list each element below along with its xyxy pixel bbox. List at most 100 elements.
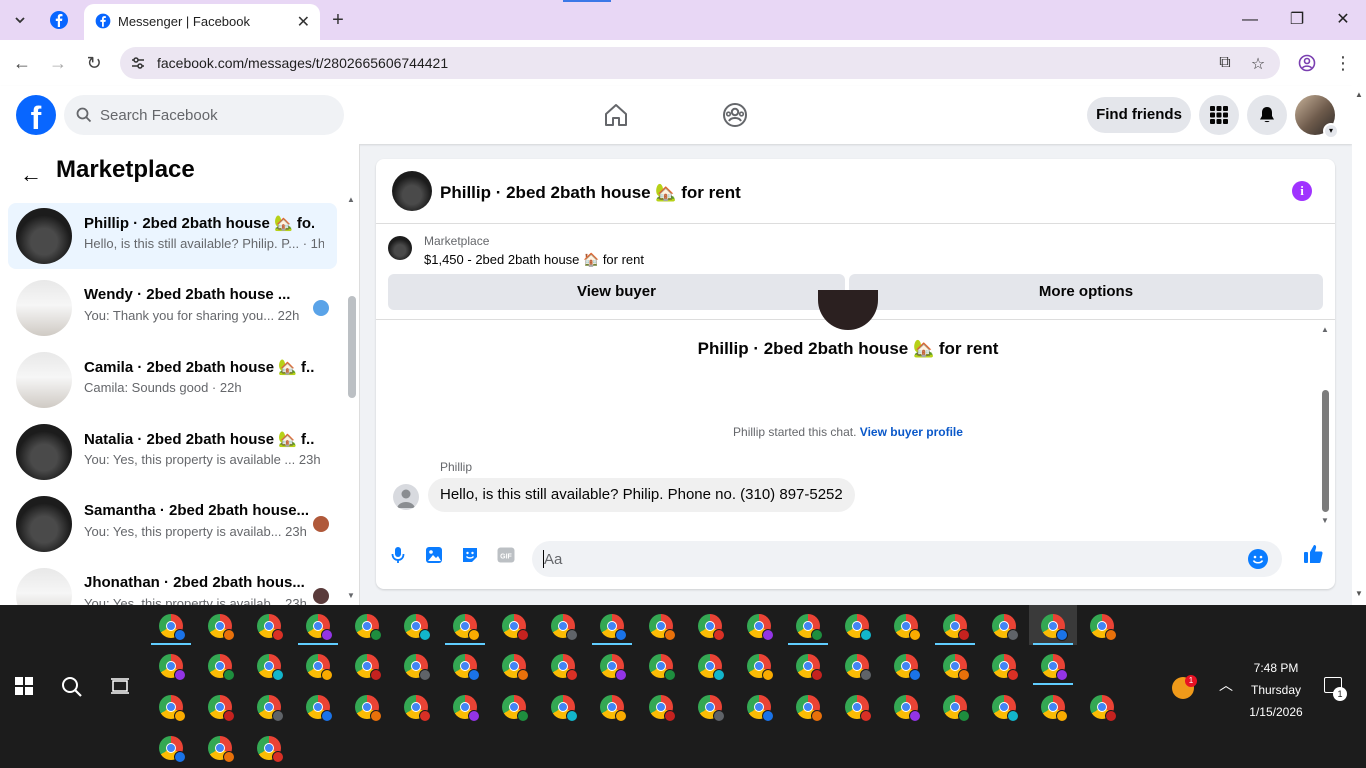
chrome-profile-icon[interactable]: [796, 695, 823, 722]
chrome-profile-icon[interactable]: [698, 654, 725, 681]
chrome-profile-icon[interactable]: [257, 614, 284, 641]
chrome-profile-icon[interactable]: [1090, 614, 1117, 641]
close-tab-icon[interactable]: ✕: [297, 12, 310, 32]
chrome-profile-icon[interactable]: [894, 695, 921, 722]
chrome-profile-icon[interactable]: [600, 695, 627, 722]
chrome-profile-icon[interactable]: [355, 614, 382, 641]
conversation-item[interactable]: Wendy · 2bed 2bath house ... You: Thank …: [8, 275, 337, 341]
facebook-logo[interactable]: f: [16, 95, 56, 135]
chrome-profile-icon[interactable]: [159, 654, 186, 681]
scroll-down-icon[interactable]: ▼: [1321, 516, 1329, 525]
chrome-profile-icon[interactable]: [649, 614, 676, 641]
scrollbar[interactable]: [1322, 390, 1329, 512]
conversation-item[interactable]: Natalia · 2bed 2bath house 🏡 f... You: Y…: [8, 419, 337, 485]
find-friends-button[interactable]: Find friends: [1087, 97, 1191, 133]
view-buyer-button[interactable]: View buyer: [388, 274, 845, 310]
scroll-down-icon[interactable]: ▼: [347, 591, 355, 600]
notifications-button[interactable]: [1247, 95, 1287, 135]
emoji-icon[interactable]: [1248, 549, 1268, 569]
restore-button[interactable]: ❐: [1285, 8, 1309, 32]
new-tab-button[interactable]: +: [328, 8, 348, 32]
chrome-profile-icon[interactable]: [845, 654, 872, 681]
task-view-icon[interactable]: [110, 676, 130, 696]
chrome-profile-icon[interactable]: [404, 695, 431, 722]
listing-title[interactable]: $1,450 - 2bed 2bath house 🏠 for rent: [424, 252, 644, 268]
chrome-profile-icon[interactable]: [1041, 654, 1068, 681]
chrome-profile-icon[interactable]: [404, 614, 431, 641]
chrome-profile-icon[interactable]: [894, 614, 921, 641]
chrome-profile-icon[interactable]: [894, 654, 921, 681]
chrome-profile-icon[interactable]: [257, 736, 284, 763]
more-options-button[interactable]: More options: [849, 274, 1323, 310]
home-icon[interactable]: [602, 101, 630, 129]
message-bubble[interactable]: Hello, is this still available? Philip. …: [428, 478, 855, 512]
chrome-profile-icon[interactable]: [404, 654, 431, 681]
forward-arrow-icon[interactable]: →: [46, 51, 70, 75]
avatar[interactable]: [392, 171, 432, 211]
scrollbar[interactable]: [348, 296, 356, 398]
microphone-icon[interactable]: [388, 545, 408, 565]
back-arrow-icon[interactable]: ←: [20, 162, 42, 188]
chevron-down-icon[interactable]: ▾: [1323, 123, 1339, 139]
chrome-profile-icon[interactable]: [1090, 695, 1117, 722]
account-avatar[interactable]: ▾: [1295, 95, 1339, 139]
chrome-profile-icon[interactable]: [502, 695, 529, 722]
like-thumb-icon[interactable]: [1302, 543, 1324, 565]
chrome-profile-icon[interactable]: [257, 654, 284, 681]
conversation-item[interactable]: Camila · 2bed 2bath house 🏡 f... Camila:…: [8, 347, 337, 413]
chrome-profile-icon[interactable]: [649, 695, 676, 722]
chrome-profile-icon[interactable]: [747, 654, 774, 681]
url-text[interactable]: facebook.com/messages/t/2802665606744421: [157, 55, 448, 71]
info-icon[interactable]: i: [1292, 181, 1312, 201]
chrome-profile-icon[interactable]: [845, 614, 872, 641]
scroll-down-icon[interactable]: ▼: [1355, 589, 1363, 598]
chevron-up-icon[interactable]: ︿: [1219, 675, 1233, 695]
tab-messenger[interactable]: Messenger | Facebook ✕: [84, 4, 320, 40]
bookmark-star-icon[interactable]: ☆: [1248, 54, 1268, 73]
chrome-profile-icon[interactable]: [306, 614, 333, 641]
groups-icon[interactable]: [721, 101, 749, 129]
address-bar[interactable]: facebook.com/messages/t/2802665606744421…: [120, 47, 1280, 79]
search-input[interactable]: [100, 95, 330, 135]
conversation-item[interactable]: Samantha · 2bed 2bath house... You: Yes,…: [8, 491, 337, 557]
chrome-profile-icon[interactable]: [306, 654, 333, 681]
close-window-button[interactable]: ✕: [1331, 8, 1355, 32]
chrome-profile-icon[interactable]: [747, 614, 774, 641]
chrome-profile-icon[interactable]: [992, 695, 1019, 722]
chrome-profile-icon[interactable]: [992, 654, 1019, 681]
profile-icon[interactable]: [1295, 51, 1319, 75]
sticker-icon[interactable]: [460, 545, 480, 565]
chrome-profile-icon[interactable]: [208, 736, 235, 763]
conversation-item[interactable]: Phillip · 2bed 2bath house 🏡 fo... Hello…: [8, 203, 337, 269]
chrome-profile-icon[interactable]: [943, 654, 970, 681]
chrome-profile-icon[interactable]: [1041, 614, 1068, 641]
chrome-profile-icon[interactable]: [453, 654, 480, 681]
chrome-profile-icon[interactable]: [355, 654, 382, 681]
chrome-profile-icon[interactable]: [943, 695, 970, 722]
chrome-profile-icon[interactable]: [992, 614, 1019, 641]
chrome-profile-icon[interactable]: [355, 695, 382, 722]
chrome-profile-icon[interactable]: [796, 614, 823, 641]
sender-avatar[interactable]: [393, 484, 419, 510]
chrome-profile-icon[interactable]: [502, 654, 529, 681]
chrome-profile-icon[interactable]: [698, 614, 725, 641]
chrome-profile-icon[interactable]: [306, 695, 333, 722]
reload-icon[interactable]: ↻: [82, 51, 106, 75]
gif-icon[interactable]: GIF: [496, 545, 516, 565]
chrome-profile-icon[interactable]: [845, 695, 872, 722]
chrome-profile-icon[interactable]: [159, 614, 186, 641]
windows-start-icon[interactable]: [15, 677, 33, 695]
chrome-profile-icon[interactable]: [796, 654, 823, 681]
site-info-icon[interactable]: [130, 55, 146, 71]
scroll-up-icon[interactable]: ▲: [347, 195, 355, 204]
chrome-profile-icon[interactable]: [747, 695, 774, 722]
chrome-profile-icon[interactable]: [1041, 695, 1068, 722]
chrome-profile-icon[interactable]: [649, 654, 676, 681]
tab-search-button[interactable]: [8, 8, 32, 32]
scroll-up-icon[interactable]: ▲: [1321, 325, 1329, 334]
photo-icon[interactable]: [424, 545, 444, 565]
scroll-up-icon[interactable]: ▲: [1355, 90, 1363, 99]
chrome-profile-icon[interactable]: [159, 736, 186, 763]
chrome-profile-icon[interactable]: [453, 695, 480, 722]
chrome-profile-icon[interactable]: [453, 614, 480, 641]
